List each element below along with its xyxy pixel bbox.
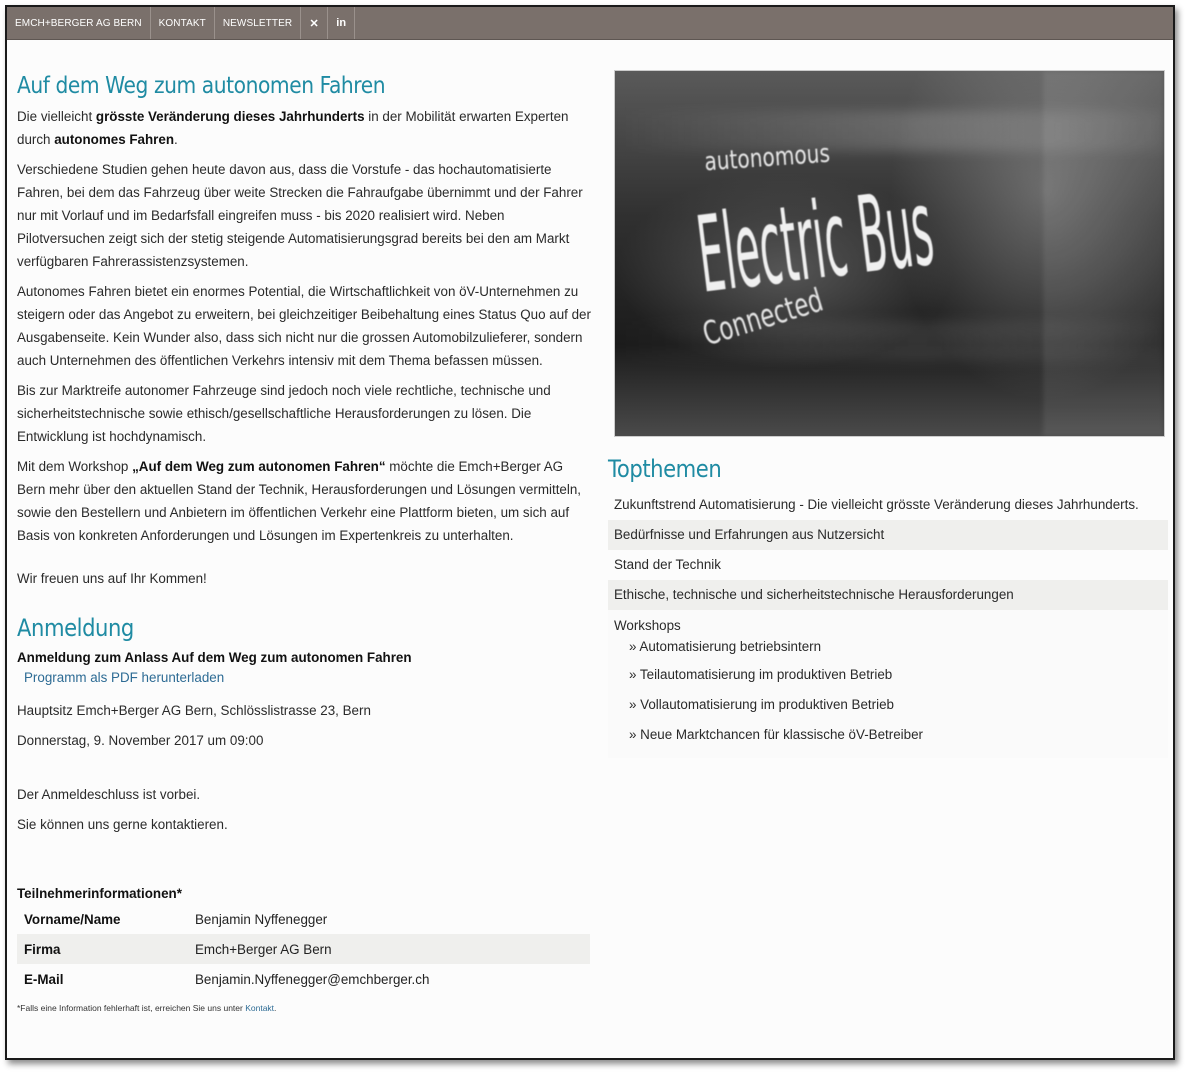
paragraph-welcome: Wir freuen uns auf Ihr Kommen! xyxy=(17,571,207,586)
workshop-item: » Neue Marktchancen für klassische öV-Be… xyxy=(629,727,923,742)
intro-end: . xyxy=(174,132,178,147)
workshop-text: Mit dem Workshop xyxy=(17,459,133,474)
field-label: Firma xyxy=(17,934,188,964)
footnote-end: . xyxy=(274,1003,277,1013)
field-value: Benjamin.Nyffenegger@emchberger.ch xyxy=(195,971,430,987)
top-navigation: EMCH+BERGER AG BERN KONTAKT NEWSLETTER ✕… xyxy=(7,7,1173,40)
topthemen-section: Topthemen Zukunftstrend Automatisierung … xyxy=(608,455,1168,758)
paragraph-studies: Verschiedene Studien gehen heute davon a… xyxy=(17,162,583,269)
main-content: Auf dem Weg zum autonomen Fahren Die vie… xyxy=(17,73,592,1013)
workshop-item: » Teilautomatisierung im produktiven Bet… xyxy=(629,667,893,682)
footnote: *Falls eine Information fehlerhaft ist, … xyxy=(17,1003,592,1013)
linkedin-icon[interactable]: in xyxy=(328,7,356,39)
article-title: Auf dem Weg zum autonomen Fahren xyxy=(17,73,386,99)
registration-closed: Der Anmeldeschluss ist vorbei. xyxy=(17,787,201,802)
paragraph-challenges: Bis zur Marktreife autonomer Fahrzeuge s… xyxy=(17,383,551,444)
topthemen-list: Zukunftstrend Automatisierung - Die viel… xyxy=(608,490,1168,758)
field-value: Benjamin Nyffenegger xyxy=(195,911,328,927)
field-label: Vorname/Name xyxy=(24,911,121,927)
bus-lettering: autonomous Electric Bus Connected xyxy=(691,71,1164,436)
participant-info-label: Teilnehmerinformationen* xyxy=(17,886,182,901)
workshops-label: Workshops xyxy=(614,618,681,633)
hero-image: autonomous Electric Bus Connected xyxy=(614,70,1165,437)
table-row: Firma Emch+Berger AG Bern xyxy=(17,934,590,964)
intro-paragraph: Die vielleicht grösste Veränderung diese… xyxy=(17,105,592,151)
topthemen-title: Topthemen xyxy=(608,455,722,483)
registration-title: Anmeldung xyxy=(17,614,134,642)
hero-line-autonomous: autonomous xyxy=(703,138,831,177)
footnote-contact-link[interactable]: Kontakt xyxy=(245,1003,274,1013)
workshop-item: » Vollautomatisierung im produktiven Bet… xyxy=(629,697,894,712)
nav-kontakt-link[interactable]: KONTAKT xyxy=(151,7,215,39)
workshops-block: Workshops » Automatisierung betriebsinte… xyxy=(608,610,1168,758)
list-item: Stand der Technik xyxy=(614,557,721,572)
list-item: Zukunftstrend Automatisierung - Die viel… xyxy=(614,497,1139,512)
field-label: E-Mail xyxy=(24,971,64,987)
intro-bold: grösste Veränderung dieses Jahrhunderts xyxy=(95,109,365,124)
table-row: E-Mail Benjamin.Nyffenegger@emchberger.c… xyxy=(17,964,590,994)
paragraph-workshop: Mit dem Workshop „Auf dem Weg zum autono… xyxy=(17,455,592,547)
participant-table: Vorname/Name Benjamin Nyffenegger Firma … xyxy=(17,904,590,994)
nav-home-link[interactable]: EMCH+BERGER AG BERN xyxy=(7,7,151,39)
event-title: Anmeldung zum Anlass Auf dem Weg zum aut… xyxy=(17,650,412,665)
list-item: Bedürfnisse und Erfahrungen aus Nutzersi… xyxy=(608,520,1168,550)
event-location: Hauptsitz Emch+Berger AG Bern, Schlössli… xyxy=(17,703,371,718)
workshop-item: » Automatisierung betriebsintern xyxy=(629,639,822,654)
workshops-list: » Automatisierung betriebsintern » Teila… xyxy=(608,636,1168,758)
paragraph-potential: Autonomes Fahren bietet ein enormes Pote… xyxy=(17,284,591,368)
nav-newsletter-link[interactable]: NEWSLETTER xyxy=(215,7,302,39)
table-row: Vorname/Name Benjamin Nyffenegger xyxy=(17,904,590,934)
contact-note: Sie können uns gerne kontaktieren. xyxy=(17,817,228,832)
footnote-text: *Falls eine Information fehlerhaft ist, … xyxy=(17,1003,246,1013)
workshop-bold: „Auf dem Weg zum autonomen Fahren“ xyxy=(132,459,386,474)
intro-bold-2: autonomes Fahren xyxy=(54,132,175,147)
intro-text: Die vielleicht xyxy=(17,109,96,124)
page-frame: EMCH+BERGER AG BERN KONTAKT NEWSLETTER ✕… xyxy=(5,5,1175,1060)
field-value: Emch+Berger AG Bern xyxy=(188,934,590,964)
event-date: Donnerstag, 9. November 2017 um 09:00 xyxy=(17,733,264,748)
xing-icon[interactable]: ✕ xyxy=(301,7,329,39)
list-item: Ethische, technische und sicherheitstech… xyxy=(608,580,1168,610)
pdf-download-link[interactable]: Programm als PDF herunterladen xyxy=(17,668,592,688)
